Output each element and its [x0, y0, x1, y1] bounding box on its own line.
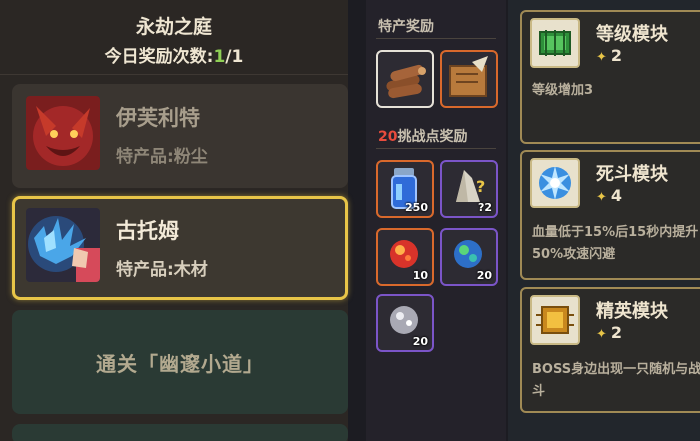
- item-quantity: 250: [405, 201, 428, 214]
- challenge-divider: [376, 148, 496, 149]
- star-burst-icon: [530, 158, 580, 208]
- star-icon: ✦: [596, 190, 607, 205]
- module-name: 精英模块: [596, 301, 668, 322]
- module-description: 等级增加3: [532, 83, 594, 98]
- boss-card-ifrit[interactable]: 伊芙利特 特产品:粉尘: [12, 84, 348, 188]
- item-quantity: 20: [476, 269, 492, 282]
- challenge-reward-label: 20挑战点奖励: [378, 126, 467, 146]
- stage-card[interactable]: 通关「幽邃小道」: [12, 310, 348, 414]
- wood-log-slot[interactable]: [376, 50, 434, 108]
- reward-count-label: 今日奖励次数:: [104, 47, 214, 67]
- blue-potion-slot[interactable]: 250: [376, 160, 434, 218]
- reward-count-current: 1: [213, 47, 226, 67]
- module-card-deathmatch[interactable]: 死斗模块 ✦ 4 血量低于15%后15秒内提升50%攻速闪避: [520, 150, 700, 280]
- area-title: 永劫之庭: [135, 16, 212, 38]
- module-level-value: 2: [610, 323, 623, 342]
- reward-panel: 特产奖励 20挑战点奖励 250 ? ?2 10 20 20: [366, 0, 506, 441]
- chip-green-icon: [530, 18, 580, 68]
- area-panel: 永劫之庭 今日奖励次数:1/1 伊芙利特 特产品:粉尘 古托姆 特产品:木材 通…: [0, 0, 348, 441]
- module-card-elite[interactable]: 精英模块 ✦ 2 BOSS身边出现一只随机与战斗: [520, 287, 700, 413]
- boss-product: 特产品:粉尘: [116, 147, 208, 167]
- module-level: ✦ 2: [596, 323, 622, 342]
- gutom-avatar: [26, 208, 100, 282]
- module-name: 死斗模块: [596, 164, 668, 185]
- boss-card-gutom[interactable]: 古托姆 特产品:木材: [12, 196, 348, 300]
- module-level: ✦ 2: [596, 46, 622, 65]
- star-icon: ✦: [596, 327, 607, 342]
- star-icon: ✦: [596, 50, 607, 65]
- module-description: 血量低于15%后15秒内提升50%攻速闪避: [532, 225, 699, 262]
- red-gem-slot[interactable]: 10: [376, 228, 434, 286]
- specialty-reward-label: 特产奖励: [378, 19, 434, 35]
- boss-product: 特产品:木材: [116, 260, 208, 280]
- mystery-crystal-slot[interactable]: ? ?2: [440, 160, 498, 218]
- module-level-value: 2: [610, 46, 623, 65]
- item-quantity: 10: [412, 269, 428, 282]
- scroll-slot[interactable]: [440, 50, 498, 108]
- module-description: BOSS身边出现一只随机与战斗: [532, 362, 700, 399]
- silver-gem-slot[interactable]: 20: [376, 294, 434, 352]
- module-card-level[interactable]: 等级模块 ✦ 2 等级增加3: [520, 10, 700, 144]
- header-divider: [0, 74, 348, 75]
- specialty-divider: [376, 38, 496, 39]
- module-panel: 等级模块 ✦ 2 等级增加3 死斗模块 ✦ 4 血量低于15%后15秒内提升50%攻…: [508, 0, 700, 441]
- wood-log-icon: [386, 64, 426, 99]
- boss-name: 古托姆: [116, 219, 179, 243]
- scroll-icon: [449, 56, 488, 97]
- stage-label: 通关「幽邃小道」: [96, 352, 264, 376]
- teal-gem-slot[interactable]: 20: [440, 228, 498, 286]
- reward-count-total: /1: [225, 47, 244, 67]
- stage-card-partial[interactable]: [12, 424, 348, 441]
- challenge-number: 20: [378, 129, 398, 145]
- item-quantity: 20: [412, 335, 428, 348]
- challenge-label-text: 挑战点奖励: [397, 129, 468, 145]
- chip-gold-icon: [530, 295, 580, 345]
- module-level-value: 4: [610, 186, 623, 205]
- ifrit-avatar: [26, 96, 100, 170]
- svg-text:?: ?: [476, 177, 485, 196]
- module-level: ✦ 4: [596, 186, 622, 205]
- reward-count: 今日奖励次数:1/1: [0, 42, 348, 67]
- boss-name: 伊芙利特: [116, 106, 200, 130]
- item-quantity: ?2: [477, 201, 492, 214]
- module-name: 等级模块: [596, 24, 668, 45]
